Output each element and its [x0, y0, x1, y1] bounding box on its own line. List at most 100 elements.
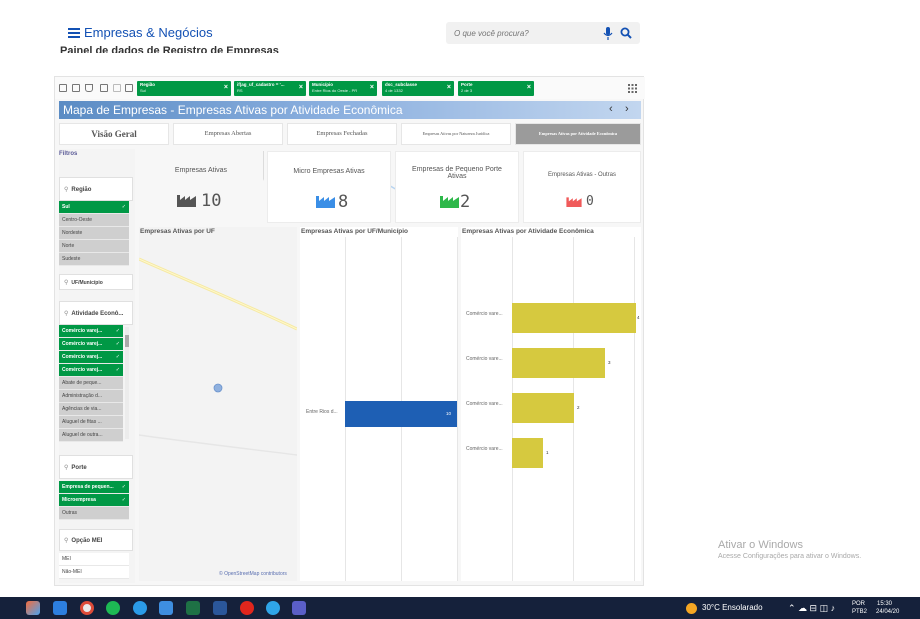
list-item[interactable]: Comércio varej... ✓ — [59, 338, 123, 351]
panel-empresas-por-uf[interactable]: Empresas Ativas por UF © OpenStreetMap c… — [139, 227, 297, 581]
list-item[interactable]: Agências de via... — [59, 403, 123, 416]
tray-icons[interactable]: ⌃ ☁ ⊟ ◫ ♪ — [788, 597, 835, 619]
panel-empresas-por-atividade[interactable]: Empresas Ativas por Atividade Econômica … — [461, 227, 641, 581]
sheet-icon[interactable] — [59, 84, 67, 92]
list-item[interactable]: Não-MEI — [59, 566, 129, 579]
grid-menu-icon[interactable] — [628, 84, 637, 93]
panel-title: Empresas Ativas por UF/Município — [301, 228, 409, 235]
kpi-value: 2 — [460, 192, 471, 212]
close-icon[interactable]: × — [527, 84, 531, 91]
list-item[interactable]: Abate de peque... — [59, 377, 123, 390]
chrome-icon[interactable] — [80, 601, 94, 615]
list-item[interactable]: Microempresa ✓ — [59, 494, 129, 507]
map-canvas[interactable] — [139, 237, 297, 567]
kpi-empresas-ativas[interactable]: Empresas Ativas 10 — [139, 151, 263, 223]
bar[interactable] — [345, 401, 457, 427]
clear-selections-icon[interactable] — [125, 84, 133, 92]
next-sheet-button[interactable]: › — [625, 103, 629, 115]
close-icon[interactable]: × — [299, 84, 303, 91]
story-icon[interactable] — [72, 84, 80, 92]
weather-icon[interactable] — [686, 603, 697, 614]
filter-label: UF/Município — [71, 280, 103, 286]
list-item[interactable]: Administração d... — [59, 390, 123, 403]
list-item[interactable]: Comércio varej... ✓ — [59, 351, 123, 364]
clock-date[interactable]: 24/04/20 — [876, 601, 899, 619]
keyboard-layout[interactable]: PTB2 — [852, 601, 867, 619]
search-icon[interactable] — [620, 27, 632, 39]
kpi-pequeno-porte[interactable]: Empresas de Pequeno Porte Ativas 2 — [395, 151, 519, 223]
selection-chip[interactable]: if(ag_uf_cadastro = '... RS × — [234, 81, 306, 96]
previous-sheet-button[interactable]: ‹ — [609, 103, 613, 115]
kpi-outras[interactable]: Empresas Ativas - Outras 0 — [523, 151, 641, 223]
list-item[interactable]: Empresa de pequen... ✓ — [59, 481, 129, 494]
tab-empresas-fechadas[interactable]: Empresas Fechadas — [287, 123, 397, 145]
tab-natureza-juridica[interactable]: Empresas Ativas por Natureza Jurídica — [401, 123, 511, 145]
filter-uf-header[interactable]: ⚲ UF/Município — [59, 274, 133, 290]
bar[interactable] — [512, 438, 543, 468]
list-item[interactable]: Comércio varej... ✓ — [59, 364, 123, 377]
panel-empresas-por-municipio[interactable]: Empresas Ativas por UF/Município Entre R… — [300, 227, 458, 581]
excel-icon[interactable] — [186, 601, 200, 615]
kpi-label: Empresas Ativas — [174, 167, 228, 174]
skype-icon[interactable] — [266, 601, 280, 615]
bar[interactable] — [512, 303, 636, 333]
scrollbar[interactable] — [125, 327, 129, 439]
factory-icon — [177, 195, 196, 207]
teams-icon[interactable] — [292, 601, 306, 615]
list-item[interactable]: MEI — [59, 553, 129, 566]
filter-atividade-header[interactable]: ⚲ Atividade Econô... — [59, 301, 133, 325]
list-item[interactable]: Sul ✓ — [59, 201, 129, 214]
spotify-icon[interactable] — [106, 601, 120, 615]
list-item[interactable]: Sudeste — [59, 253, 129, 266]
selection-chip[interactable]: dsc_subclasse 4 de 1332 × — [382, 81, 454, 96]
store-icon[interactable] — [159, 601, 173, 615]
list-item[interactable]: Aluguel de outra... — [59, 429, 123, 442]
site-title[interactable]: Empresas & Negócios — [84, 25, 213, 40]
chip-key: Região — [140, 82, 156, 87]
selection-chip[interactable]: Município Entre Rios do Oeste - PR × — [309, 81, 377, 96]
close-icon[interactable]: × — [370, 84, 374, 91]
search-input[interactable] — [454, 25, 594, 41]
selection-chip[interactable]: Porte 2 de 3 × — [458, 81, 534, 96]
tab-atividade-economica[interactable]: Empresas Ativas por Atividade Econômica — [515, 123, 641, 145]
app-launcher-icon[interactable] — [26, 601, 40, 615]
kpi-micro-empresas[interactable]: Micro Empresas Ativas 8 — [267, 151, 391, 223]
factory-icon — [440, 196, 459, 208]
check-icon: ✓ — [121, 204, 126, 210]
bar[interactable] — [512, 393, 574, 423]
check-icon: ✓ — [121, 497, 126, 503]
smart-search-icon[interactable] — [100, 84, 108, 92]
edge-icon[interactable] — [133, 601, 147, 615]
step-back-icon[interactable] — [113, 84, 121, 92]
list-item[interactable]: Outras — [59, 507, 129, 520]
filter-porte-header[interactable]: ⚲ Porte — [59, 455, 133, 479]
opera-icon[interactable] — [240, 601, 254, 615]
search-icon: ⚲ — [64, 311, 69, 317]
tab-visao-geral[interactable]: Visão Geral — [59, 123, 169, 145]
list-item[interactable]: Norte — [59, 240, 129, 253]
file-explorer-icon[interactable] — [53, 601, 67, 615]
list-item[interactable]: Aluguel de fitas ... — [59, 416, 123, 429]
word-icon[interactable] — [213, 601, 227, 615]
chip-value: RS — [237, 88, 243, 93]
list-item[interactable]: Centro-Oeste — [59, 214, 129, 227]
site-header: Empresas & Negócios — [0, 0, 920, 50]
hamburger-menu-icon[interactable] — [68, 28, 80, 38]
chip-key: Município — [312, 82, 333, 87]
close-icon[interactable]: × — [224, 84, 228, 91]
bookmark-icon[interactable] — [85, 84, 93, 92]
tab-empresas-abertas[interactable]: Empresas Abertas — [173, 123, 283, 145]
filter-regiao-header[interactable]: ⚲ Região — [59, 177, 133, 201]
filter-mei-header[interactable]: ⚲ Opção MEI — [59, 529, 133, 551]
map-credit[interactable]: © OpenStreetMap contributors — [219, 571, 287, 577]
chip-value: 2 de 3 — [461, 88, 473, 93]
microphone-icon[interactable] — [602, 27, 614, 40]
bar[interactable] — [512, 348, 605, 378]
selection-chip[interactable]: Região Sul × — [137, 81, 231, 96]
close-icon[interactable]: × — [447, 84, 451, 91]
list-item[interactable]: Nordeste — [59, 227, 129, 240]
weather-text[interactable]: 30°C Ensolarado — [702, 597, 763, 619]
activation-title: Ativar o Windows — [718, 539, 803, 551]
chip-key: dsc_subclasse — [385, 82, 418, 87]
list-item[interactable]: Comércio varej... ✓ — [59, 325, 123, 338]
